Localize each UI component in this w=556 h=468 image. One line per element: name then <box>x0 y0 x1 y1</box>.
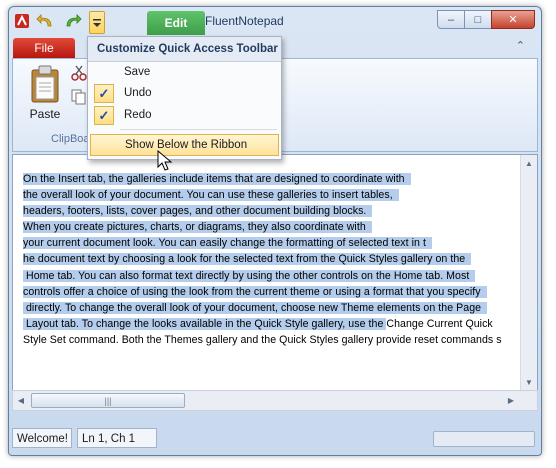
selected-text: directly. To change the overall look of … <box>23 301 488 314</box>
document-line: When you create pictures, charts, or dia… <box>23 219 520 235</box>
document-line: he document text by choosing a look for … <box>23 251 520 267</box>
scroll-left-icon[interactable]: ◀ <box>13 391 29 410</box>
menu-item-undo[interactable]: ✓ Undo <box>90 82 279 104</box>
selected-text: Layout tab. To change the looks availabl… <box>23 317 387 330</box>
paste-label: Paste <box>29 107 61 121</box>
document-line: directly. To change the overall look of … <box>23 300 520 316</box>
selected-text: Home tab. You can also format text direc… <box>23 269 476 282</box>
undo-icon[interactable] <box>36 12 54 30</box>
ribbon-minimize-icon[interactable]: ⌃ <box>516 39 525 52</box>
window-title: FluentNotepad <box>205 14 284 28</box>
redo-icon[interactable] <box>64 12 82 30</box>
menu-item-label: Redo <box>124 109 152 121</box>
document-line: Home tab. You can also format text direc… <box>23 268 520 284</box>
close-button[interactable]: ✕ <box>491 10 535 29</box>
paste-button[interactable]: Paste <box>23 65 67 121</box>
menu-item-save[interactable]: Save <box>90 61 279 83</box>
qat-customize-menu: Customize Quick Access Toolbar Save ✓ Un… <box>87 36 282 160</box>
menu-header: Customize Quick Access Toolbar <box>88 37 281 62</box>
paste-icon <box>31 65 59 103</box>
file-tab[interactable]: File <box>13 38 75 58</box>
document-line: the overall look of your document. You c… <box>23 187 520 203</box>
document-line: On the Insert tab, the galleries include… <box>23 171 520 187</box>
title-bar: Edit FluentNotepad – □ ✕ <box>9 7 541 35</box>
horizontal-scroll-thumb[interactable]: ||| <box>31 393 185 408</box>
checkmark-icon: ✓ <box>94 106 114 125</box>
status-progress-bar <box>433 431 535 447</box>
menu-item-label: Undo <box>124 87 152 99</box>
clipboard-group-label: ClipBoa <box>51 133 90 145</box>
document-line: headers, footers, lists, cover pages, an… <box>23 203 520 219</box>
copy-icon[interactable] <box>71 89 87 105</box>
selected-text: When you create pictures, charts, or dia… <box>23 221 372 234</box>
qat-dropdown-icon[interactable] <box>89 11 105 34</box>
scroll-up-icon[interactable]: ▲ <box>521 155 537 171</box>
unselected-text: Change Current Quick <box>386 317 493 330</box>
document-line: controls offer a choice of using the loo… <box>23 284 520 300</box>
scroll-right-icon[interactable]: ▶ <box>503 391 519 410</box>
menu-item-label: Save <box>124 66 151 78</box>
status-bar: Welcome! Ln 1, Ch 1 <box>9 421 541 455</box>
menu-separator <box>120 129 277 130</box>
document-line: your current document look. You can easi… <box>23 235 520 251</box>
vertical-scrollbar[interactable]: ▲ ▼ <box>520 155 537 390</box>
menu-item-label: Show Below the Ribbon <box>125 139 248 151</box>
maximize-button[interactable]: □ <box>464 10 492 29</box>
status-position: Ln 1, Ch 1 <box>77 428 157 448</box>
menu-item-redo[interactable]: ✓ Redo <box>90 104 279 126</box>
document-textbox[interactable]: On the Insert tab, the galleries include… <box>13 155 520 390</box>
minimize-button[interactable]: – <box>437 10 465 29</box>
selected-text: controls offer a choice of using the loo… <box>23 285 487 298</box>
status-message: Welcome! <box>12 428 72 448</box>
document-line: Style Set command. Both the Themes galle… <box>23 332 520 348</box>
selected-text: he document text by choosing a look for … <box>23 253 472 266</box>
document-line: Layout tab. To change the looks availabl… <box>23 316 520 332</box>
context-tab-edit[interactable]: Edit <box>147 11 205 35</box>
menu-item-show-below-ribbon[interactable]: Show Below the Ribbon <box>90 134 279 156</box>
selected-text: the overall look of your document. You c… <box>23 189 399 202</box>
editor-frame: On the Insert tab, the galleries include… <box>12 154 538 391</box>
selected-text: On the Insert tab, the galleries include… <box>23 173 411 185</box>
app-icon[interactable] <box>13 12 31 30</box>
mouse-cursor-icon <box>157 150 173 171</box>
scroll-down-icon[interactable]: ▼ <box>521 374 537 390</box>
selected-text: your current document look. You can easi… <box>23 237 432 250</box>
selected-text: headers, footers, lists, cover pages, an… <box>23 205 373 218</box>
unselected-text: Style Set command. Both the Themes galle… <box>23 333 502 346</box>
caption-buttons: – □ ✕ <box>437 10 535 29</box>
cut-icon[interactable] <box>71 65 87 81</box>
horizontal-scrollbar[interactable]: ◀ ||| ▶ <box>12 390 538 411</box>
checkmark-icon: ✓ <box>94 84 114 103</box>
